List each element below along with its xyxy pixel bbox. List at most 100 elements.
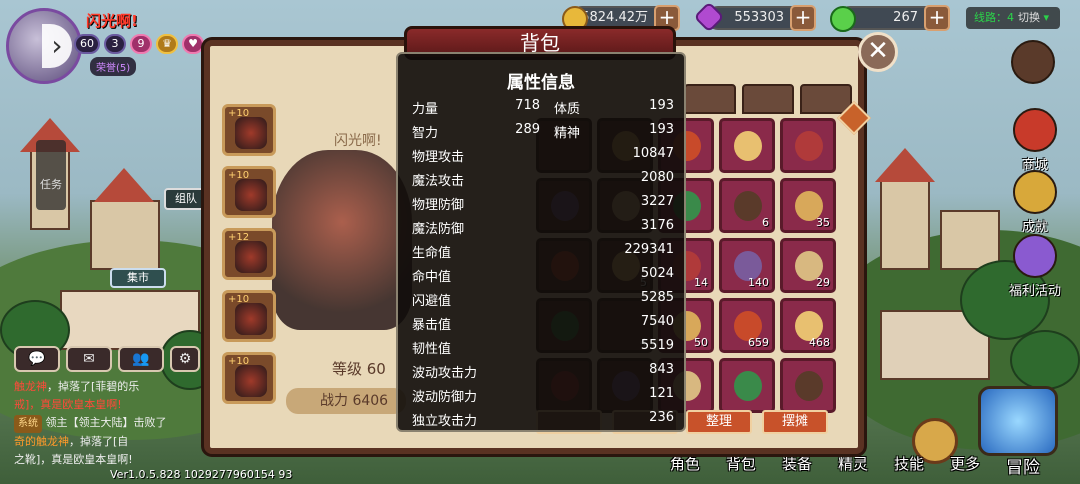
attr-value: 193: [649, 98, 674, 113]
market-button[interactable]: 集市: [110, 268, 166, 288]
stamina-amount: 267: [893, 10, 918, 25]
bag-item-slot[interactable]: 6: [719, 178, 775, 233]
attribute-row: 物理攻击 10847: [412, 146, 674, 166]
chat-line-2-mid: ，掉落了[自: [69, 435, 129, 448]
welfare-button[interactable]: 福利活动: [1004, 234, 1066, 299]
bag-category-tabs: [684, 84, 852, 114]
nav-character[interactable]: 角色: [670, 453, 700, 478]
vip-badge[interactable]: 荣誉(5): [90, 57, 137, 76]
nav-bag[interactable]: 背包: [726, 453, 756, 478]
bag-item-slot[interactable]: [719, 358, 775, 413]
chat-toolbar: 💬 ✉ 👥 ⚙: [14, 346, 200, 372]
attr-label: 独立攻击力: [412, 414, 478, 429]
attribute-panel: 属性信息 力量 718 体质 193 智力 289 精神 193 物理攻击 108…: [396, 52, 686, 432]
equip-slot-armor[interactable]: +10: [222, 166, 276, 218]
chat-line-1-cont: 戒]，真是欧皇本皇啊!: [14, 398, 122, 411]
gloves-icon: [235, 241, 267, 273]
team-tab[interactable]: 组队: [164, 188, 208, 210]
attribute-row: 独立攻击力 236: [412, 410, 674, 430]
version-label: Ver1.0.5.828 1029277960154 93: [110, 468, 293, 481]
attr-label: 魔法攻击: [412, 174, 465, 189]
character-model: [272, 150, 412, 330]
attr-value: 718: [515, 98, 540, 113]
bag-item-slot[interactable]: 29: [780, 238, 836, 293]
attr-value: 7540: [640, 314, 674, 329]
equipment-slots: +10 +10 +12 +10 +10: [222, 104, 276, 404]
adventure-icon[interactable]: [978, 386, 1058, 456]
tab-ore-icon[interactable]: [742, 84, 794, 114]
item-icon: [795, 371, 823, 401]
add-stamina-button[interactable]: +: [924, 5, 950, 31]
attribute-row: 生命值 229341: [412, 242, 674, 262]
chat-log: 触龙神，掉落了[菲碧的乐 戒]，真是欧皇本皇啊! 系统 领主【领主大陆】击败了 …: [14, 378, 206, 469]
system-tag: 系统: [14, 415, 42, 433]
friends-icon[interactable]: 👥: [118, 346, 164, 372]
task-tab[interactable]: 任务: [36, 140, 66, 210]
attr-label: 精神: [554, 126, 581, 141]
stall-button[interactable]: 摆摊: [762, 410, 828, 434]
achievement-button[interactable]: 成就: [1010, 170, 1060, 235]
crossed-swords-icon: [1011, 40, 1055, 84]
legguard-icon: [235, 303, 267, 335]
add-gem-button[interactable]: +: [790, 5, 816, 31]
chat-line-2-end: 之靴]，真是欧皇本皇啊!: [14, 453, 133, 466]
player-level: 60: [74, 34, 100, 54]
market-label: 集市: [127, 271, 149, 284]
bag-item-slot[interactable]: 468: [780, 298, 836, 353]
attr-value: 2080: [640, 170, 674, 185]
nav-more[interactable]: 更多: [950, 453, 980, 478]
nav-adventure[interactable]: 冒险: [1006, 453, 1040, 478]
attr-label: 力量: [412, 102, 439, 117]
bag-item-slot[interactable]: 140: [719, 238, 775, 293]
server-line-switch[interactable]: 线路：4 切换 ▾: [966, 7, 1060, 29]
attribute-pair-row: 力量 718 体质 193: [412, 98, 674, 118]
equip-slot-head[interactable]: +10: [222, 104, 276, 156]
chat-line-1: ，掉落了[菲碧的乐: [47, 380, 140, 393]
item-count: 50: [694, 336, 708, 349]
close-icon[interactable]: ✕: [858, 32, 898, 72]
attr-label: 暴击值: [412, 318, 452, 333]
bag-item-slot[interactable]: 35: [780, 178, 836, 233]
nav-skills[interactable]: 技能: [894, 453, 924, 478]
item-count: 140: [748, 276, 769, 289]
equip-slot-boots[interactable]: +10: [222, 352, 276, 404]
item-icon: [734, 371, 762, 401]
bag-item-slot[interactable]: 659: [719, 298, 775, 353]
equip-slot-legs[interactable]: +10: [222, 290, 276, 342]
tab-scroll-icon[interactable]: [684, 84, 736, 114]
heart-icon: ♥: [182, 34, 204, 54]
attr-label: 魔法防御: [412, 222, 465, 237]
nav-equipment[interactable]: 装备: [782, 453, 812, 478]
badge-count-b: 9: [130, 34, 152, 54]
bag-item-slot[interactable]: [780, 358, 836, 413]
gold-amount: 5824.42万: [581, 10, 648, 25]
boots-icon: [235, 365, 267, 397]
attr-value: 3176: [640, 218, 674, 233]
menu-toggle-button[interactable]: [1008, 40, 1058, 86]
shop-icon: [1013, 108, 1057, 152]
bag-item-slot[interactable]: [719, 118, 775, 173]
character-level: 等级 60: [332, 360, 386, 378]
equip-slot-gloves[interactable]: +12: [222, 228, 276, 280]
mail-icon[interactable]: ✉: [66, 346, 112, 372]
player-name: 闪光啊!: [86, 12, 138, 30]
shop-button[interactable]: 商城: [1010, 108, 1060, 173]
attr-value: 843: [649, 362, 674, 377]
bottom-nav: 角色 背包 装备 精灵 技能 更多 冒险: [670, 453, 1040, 478]
chat-boss-name: 触龙神: [14, 380, 47, 393]
player-stats: 60 3 9 ♛ ♥: [74, 34, 204, 54]
item-count: 14: [694, 276, 708, 289]
attr-label: 生命值: [412, 246, 452, 261]
item-count: 35: [816, 216, 830, 229]
nav-spirit[interactable]: 精灵: [838, 453, 868, 478]
chat-bubble-icon[interactable]: 💬: [14, 346, 60, 372]
badge-count-a: 3: [104, 34, 126, 54]
combat-power: 战力 6406: [286, 388, 406, 414]
arrange-button[interactable]: 整理: [686, 410, 752, 434]
item-count: 6: [762, 216, 769, 229]
attr-value: 193: [649, 122, 674, 137]
team-label: 组队: [175, 192, 197, 205]
task-label: 任务: [40, 178, 62, 191]
settings-gear-icon[interactable]: ⚙: [170, 346, 200, 372]
bag-item-slot[interactable]: [780, 118, 836, 173]
